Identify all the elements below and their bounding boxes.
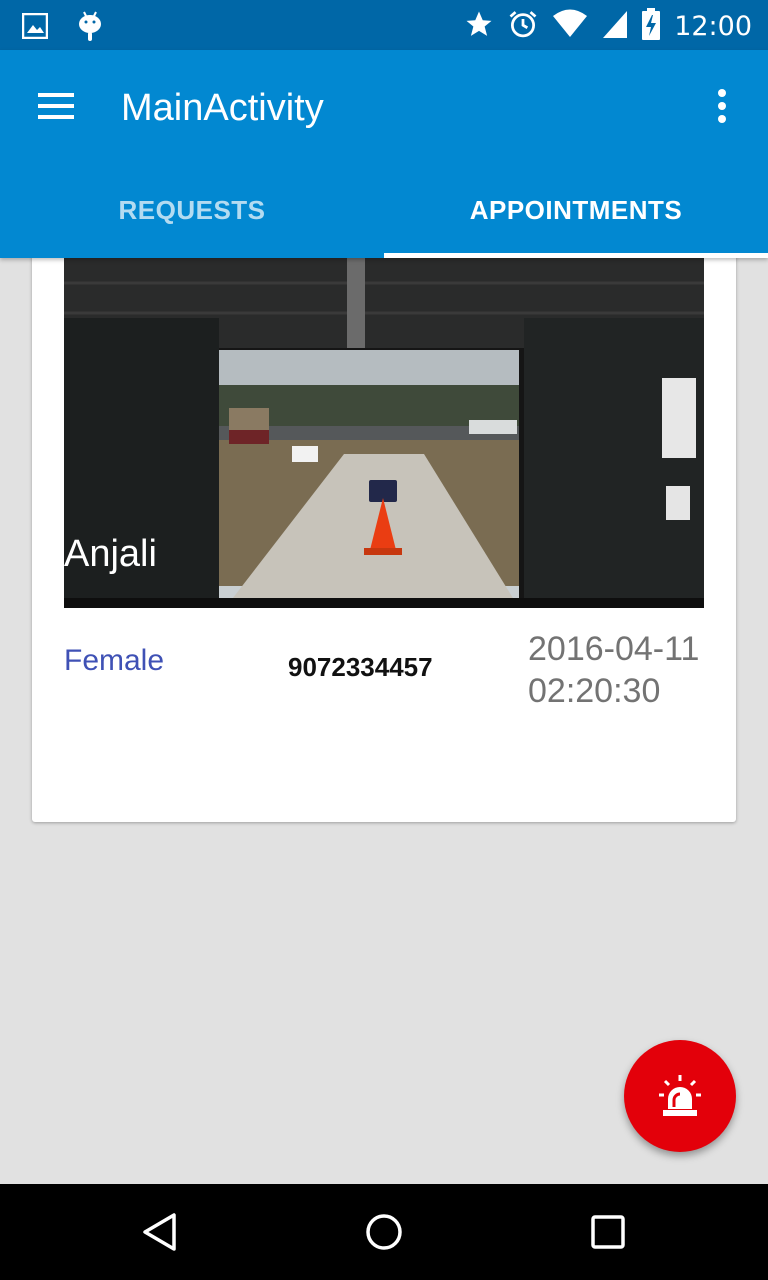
status-time: 12:00 xyxy=(674,10,752,42)
status-bar: 12:00 xyxy=(0,0,768,50)
navigation-bar xyxy=(0,1184,768,1280)
app-title: MainActivity xyxy=(121,87,324,129)
alarm-fab-button[interactable] xyxy=(624,1040,736,1152)
notification-icons xyxy=(21,10,102,47)
system-icons: 12:00 xyxy=(464,8,752,45)
client-name: Anjali xyxy=(64,533,157,575)
home-button[interactable] xyxy=(354,1202,414,1262)
back-button[interactable] xyxy=(130,1202,190,1262)
appointment-photo xyxy=(64,258,704,608)
cell-signal-icon xyxy=(602,9,628,44)
hamburger-menu-icon xyxy=(38,93,74,119)
star-icon xyxy=(464,9,494,44)
appointments-list[interactable]: Anjali Female 9072334457 2016-04-11 02:2… xyxy=(0,258,768,1184)
wifi-icon xyxy=(552,9,588,44)
alarm-icon xyxy=(508,9,538,44)
back-icon xyxy=(143,1213,176,1251)
tab-appointments-label: APPOINTMENTS xyxy=(469,194,683,225)
tab-requests-label: REQUESTS xyxy=(118,194,266,225)
image-notification-icon xyxy=(21,12,49,44)
tab-indicator xyxy=(384,253,768,258)
recents-icon xyxy=(591,1215,625,1249)
menu-button[interactable] xyxy=(24,78,88,134)
client-phone[interactable]: 9072334457 xyxy=(288,652,433,683)
tab-requests[interactable]: REQUESTS xyxy=(0,162,384,258)
tab-bar: REQUESTS APPOINTMENTS xyxy=(0,162,768,258)
battery-charging-icon xyxy=(642,8,661,45)
appointment-card[interactable]: Anjali Female 9072334457 2016-04-11 02:2… xyxy=(32,258,736,822)
client-gender: Female xyxy=(64,644,165,677)
recents-button[interactable] xyxy=(578,1202,638,1262)
app-bar: MainActivity REQUESTS APPOINTMENTS xyxy=(0,50,768,258)
tab-appointments[interactable]: APPOINTMENTS xyxy=(384,162,768,258)
more-vert-icon xyxy=(718,89,726,123)
appointment-datetime: 2016-04-11 02:20:30 xyxy=(528,630,700,710)
home-icon xyxy=(366,1214,402,1250)
alarm-siren-icon xyxy=(659,1075,701,1116)
overflow-menu-button[interactable] xyxy=(698,80,746,132)
android-notification-icon xyxy=(78,10,102,47)
